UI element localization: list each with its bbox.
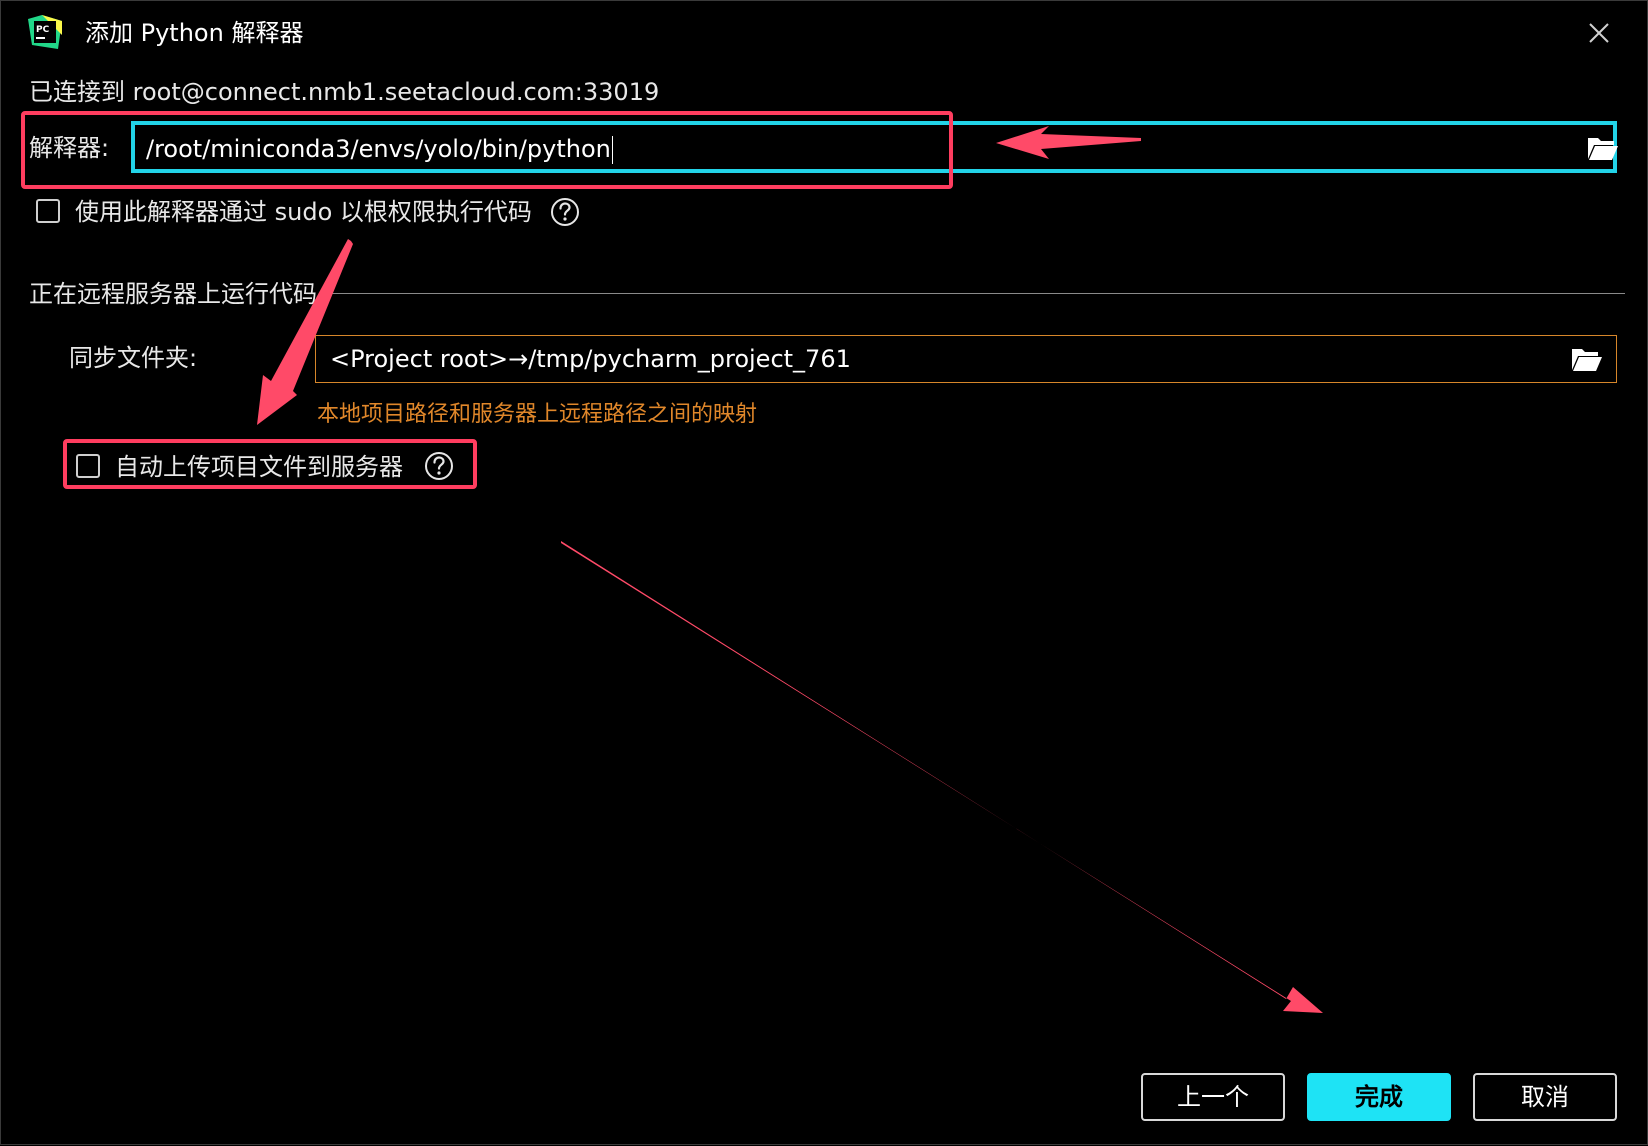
dialog-title: 添加 Python 解释器 — [85, 19, 304, 47]
finish-button[interactable]: 完成 — [1307, 1073, 1451, 1121]
close-button[interactable] — [1581, 15, 1617, 51]
browse-folder-icon[interactable] — [1587, 135, 1619, 161]
sudo-checkbox-label[interactable]: 使用此解释器通过 sudo 以根权限执行代码 — [75, 196, 532, 228]
sudo-checkbox[interactable] — [36, 199, 60, 223]
sync-folder-hint: 本地项目路径和服务器上远程路径之间的映射 — [317, 402, 758, 427]
close-icon[interactable] — [1581, 15, 1617, 51]
title-bar: PC 添加 Python 解释器 — [1, 1, 1647, 65]
remote-run-section-title: 正在远程服务器上运行代码 — [29, 280, 317, 308]
connection-status: 已连接到 root@connect.nmb1.seetacloud.com:33… — [29, 78, 660, 106]
auto-upload-help-icon[interactable] — [424, 451, 454, 481]
add-python-interpreter-dialog: PC 添加 Python 解释器 已连接到 root@connect.nmb1.… — [0, 0, 1648, 1145]
previous-button[interactable]: 上一个 — [1141, 1073, 1285, 1121]
text-caret — [611, 136, 613, 164]
sync-folder-input[interactable]: <Project root>→/tmp/pycharm_project_761 — [315, 335, 1617, 383]
pycharm-logo-icon: PC — [28, 15, 62, 49]
arrow-to-auto-upload — [257, 239, 353, 425]
sync-folder-value[interactable]: <Project root>→/tmp/pycharm_project_761 — [330, 343, 851, 375]
help-icon[interactable] — [550, 197, 580, 227]
sync-folder-label: 同步文件夹: — [69, 344, 198, 372]
svg-text:PC: PC — [36, 25, 50, 35]
cancel-button[interactable]: 取消 — [1473, 1073, 1617, 1121]
auto-upload-checkbox[interactable] — [76, 454, 100, 478]
interpreter-label: 解释器: — [29, 134, 110, 162]
arrow-to-finish — [561, 541, 1323, 1013]
auto-upload-checkbox-label[interactable]: 自动上传项目文件到服务器 — [115, 451, 403, 483]
interpreter-path-value[interactable]: /root/miniconda3/envs/yolo/bin/python — [146, 133, 613, 165]
section-divider — [319, 293, 1625, 294]
sync-browse-folder-icon[interactable] — [1571, 346, 1603, 372]
interpreter-path-input[interactable]: /root/miniconda3/envs/yolo/bin/python — [131, 121, 1619, 173]
